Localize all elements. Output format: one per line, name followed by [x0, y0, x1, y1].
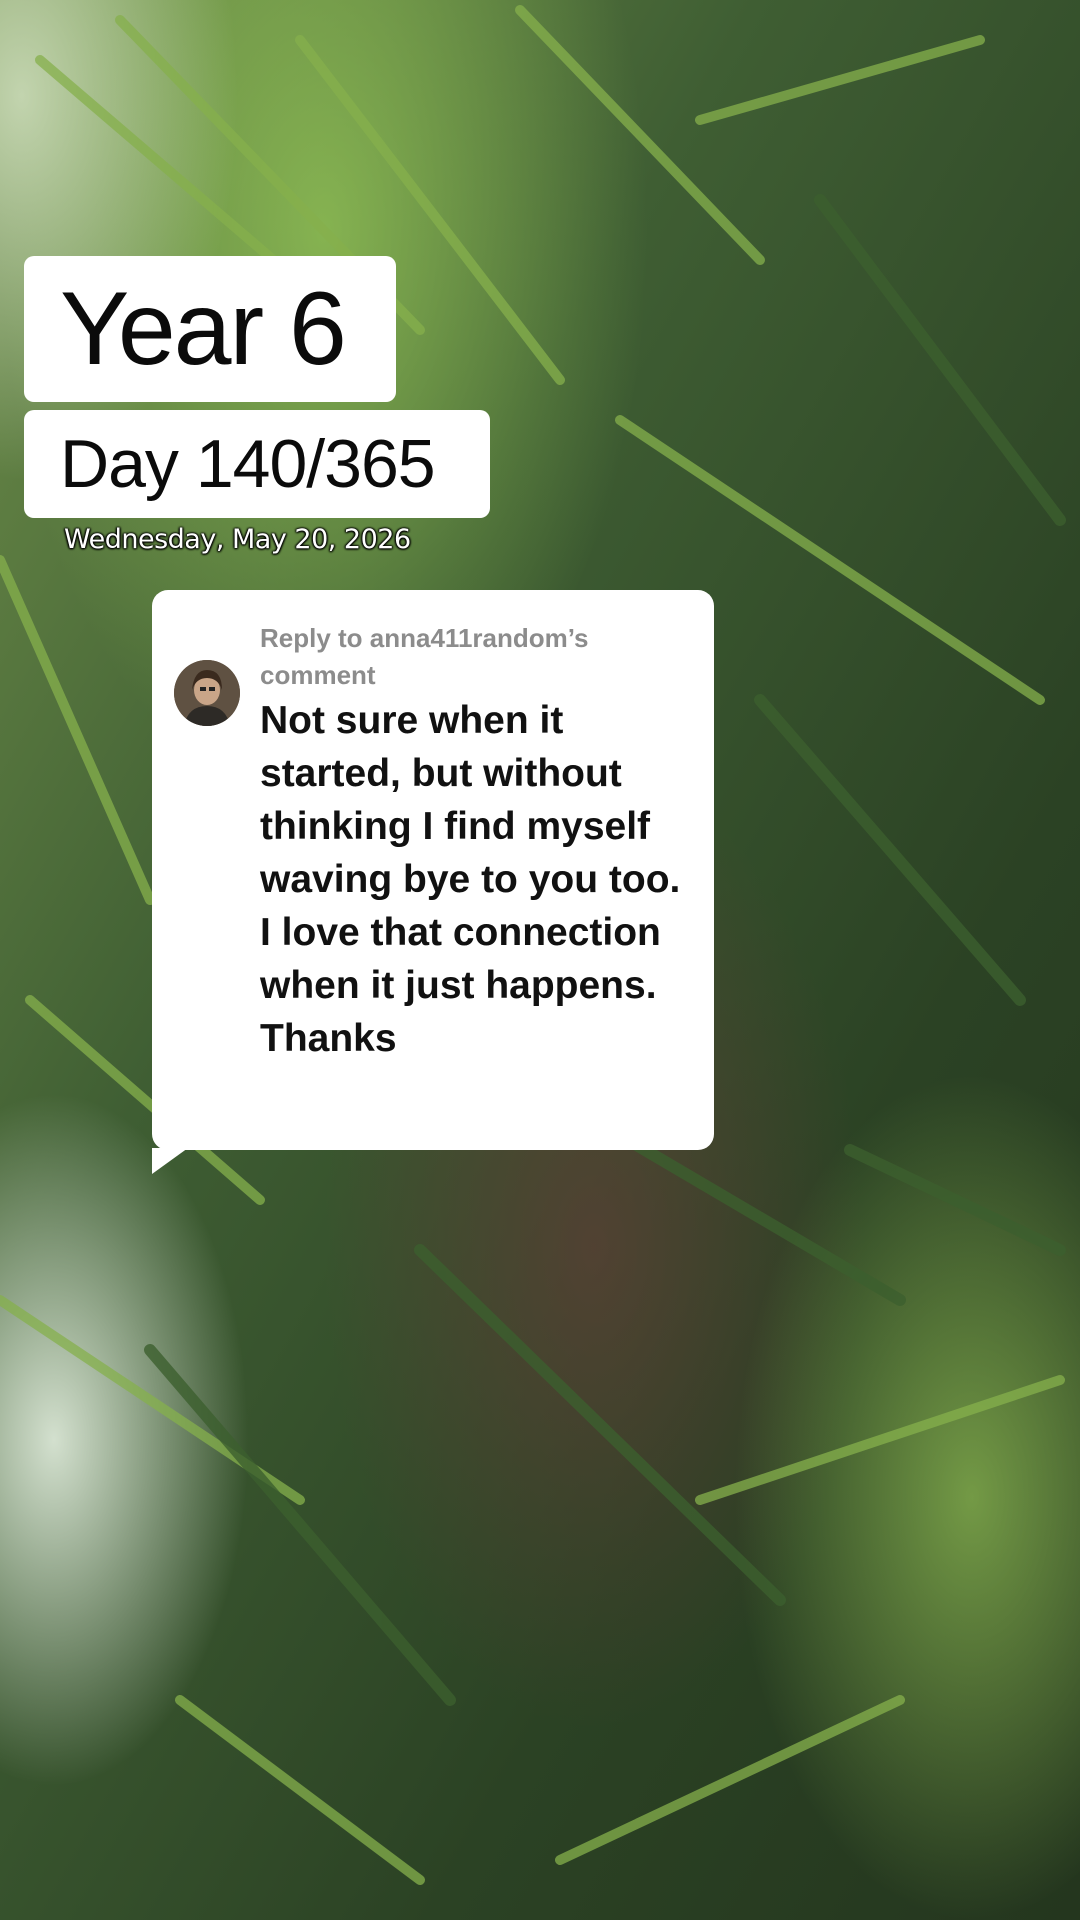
year-label: Year 6 — [24, 256, 396, 402]
day-counter-label: Day 140/365 — [24, 410, 490, 518]
date-label: Wednesday, May 20, 2026 — [64, 524, 411, 555]
reply-comment-card[interactable]: Reply to anna411random’s comment Not sur… — [152, 590, 714, 1150]
commenter-avatar[interactable] — [174, 660, 240, 726]
comment-text: Not sure when it started, but without th… — [260, 699, 681, 1060]
reply-card-tail — [152, 1148, 188, 1174]
reply-to-label: Reply to anna411random’s comment — [260, 623, 589, 690]
